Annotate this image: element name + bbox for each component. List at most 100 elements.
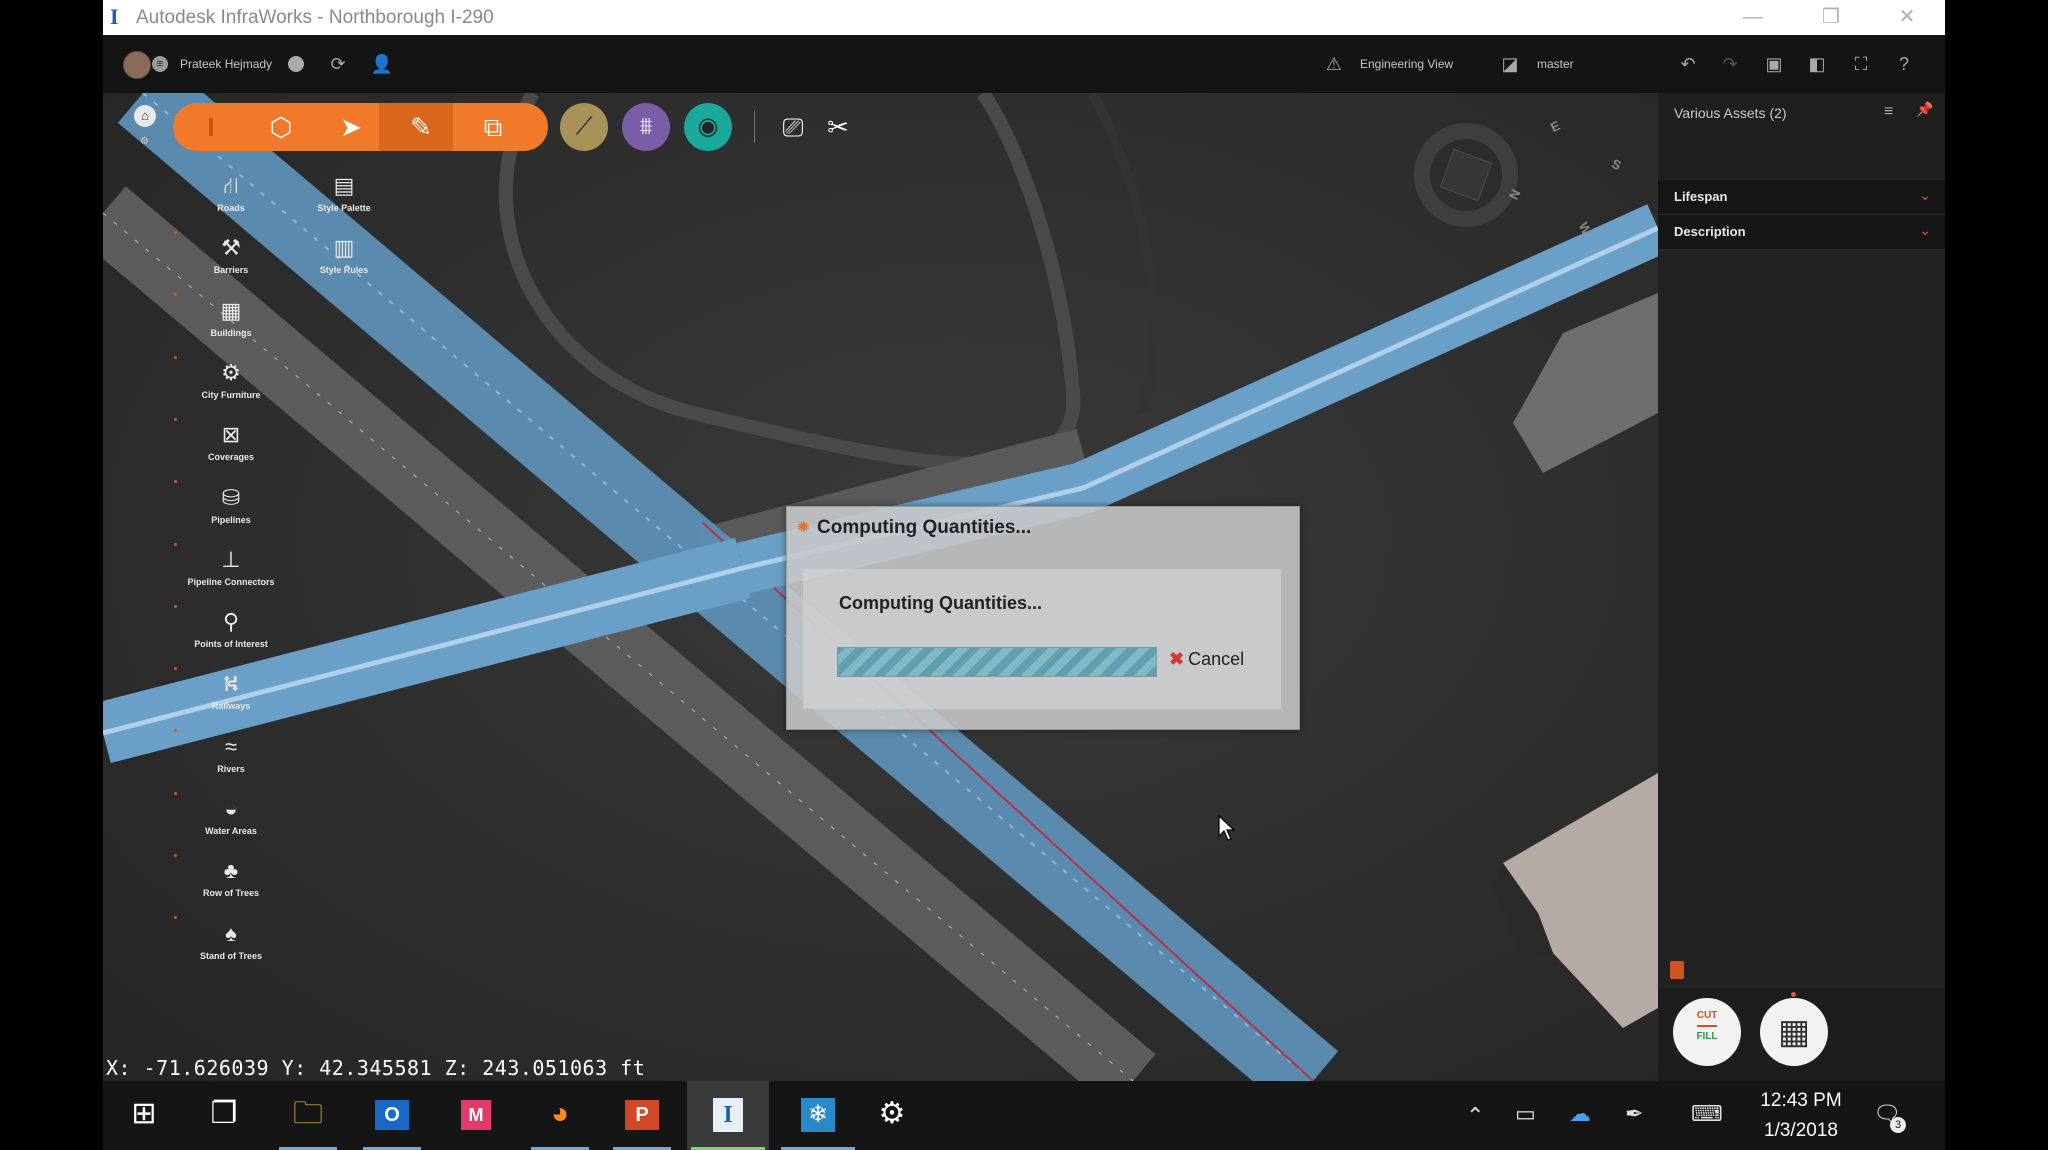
model-viewport[interactable]: N E S W ⌂ ⚙ I ⬡ ➤ ✎ ⧉ ⟋ ⩩ ◉ ⎚ ✂ ⛙ Roads ⚒ B…: [103, 93, 1658, 1081]
clock-time[interactable]: 12:43 PM: [1749, 1090, 1853, 1112]
firefox-icon[interactable]: ◕: [527, 1081, 593, 1150]
spreadsheet-icon[interactable]: [1670, 961, 1684, 979]
drainage-icon[interactable]: ◉: [684, 103, 732, 151]
close-button[interactable]: ✕: [1889, 4, 1925, 30]
palette-item-label: Pipeline Connectors: [187, 576, 275, 587]
panel-header: Various Assets (2) ≡ 📌: [1658, 93, 1945, 179]
onedrive-icon[interactable]: ☁: [1569, 1101, 1591, 1127]
battery-icon[interactable]: ▭: [1515, 1101, 1536, 1127]
minimize-button[interactable]: —: [1735, 4, 1771, 30]
road-icon: ⛙: [223, 173, 239, 198]
infraworks-taskbar-icon[interactable]: I: [687, 1081, 769, 1150]
powerpoint-icon[interactable]: P: [609, 1081, 675, 1150]
start-windows-icon[interactable]: ⊞: [111, 1081, 177, 1150]
palette-item-pipeline-connectors[interactable]: ⊥ Pipeline Connectors: [186, 545, 276, 603]
palette-item-rivers[interactable]: ≈ Rivers: [186, 732, 276, 790]
palette-item-label: Points of Interest: [194, 639, 268, 650]
snowflake-app-icon[interactable]: ❄: [777, 1081, 859, 1150]
panel-layout-icon[interactable]: ◧: [1804, 51, 1830, 77]
spinner-icon: ✺: [797, 519, 810, 536]
tray-expand-icon[interactable]: ⌃: [1466, 1103, 1484, 1129]
palette-item-barriers[interactable]: ⚒ Barriers: [186, 233, 276, 291]
user-account-icon[interactable]: 👤: [369, 51, 395, 77]
help-icon[interactable]: ?: [1891, 51, 1917, 77]
undo-icon[interactable]: ↶: [1675, 51, 1701, 77]
notification-count-badge: 3: [1890, 1117, 1906, 1133]
user-menu-icon[interactable]: ≡: [152, 56, 168, 72]
sketch-icon[interactable]: ✎: [397, 105, 445, 149]
mindmanager-icon[interactable]: M: [443, 1081, 509, 1150]
branch-icon[interactable]: ◪: [1497, 51, 1523, 77]
panel-menu-icon[interactable]: ≡: [1884, 103, 1893, 121]
outlook-icon[interactable]: O: [359, 1081, 425, 1150]
section-lifespan[interactable]: Lifespan ⌄: [1658, 180, 1945, 215]
palette-separator-dot: [174, 231, 177, 234]
avatar[interactable]: [123, 51, 151, 79]
palette-item-coverages[interactable]: ⊠ Coverages: [186, 420, 276, 478]
fullscreen-icon[interactable]: ⛶: [1848, 51, 1874, 77]
palette-item-label: Row of Trees: [202, 888, 259, 899]
coordinates-readout: X: -71.626039 Y: 42.345581 Z: 243.051063…: [106, 1056, 646, 1080]
sync-icon[interactable]: ⟳: [325, 51, 351, 77]
cut-fill-divider: [1697, 1025, 1717, 1027]
section-label: Lifespan: [1674, 189, 1728, 204]
redo-icon[interactable]: ↷: [1717, 51, 1743, 77]
cut-label: CUT: [1696, 1010, 1718, 1021]
task-view-icon[interactable]: ❐: [191, 1081, 257, 1150]
pin-icon[interactable]: 📌: [1916, 101, 1933, 118]
palette-item-pipelines[interactable]: ⛁ Pipelines: [186, 483, 276, 541]
screen: I Autodesk InfraWorks - Northborough I-2…: [0, 0, 2048, 1150]
palette-item-style-rules[interactable]: ▥ Style Rules: [299, 233, 389, 291]
user-name: Prateek Hejmady: [180, 57, 273, 71]
window-title: Autodesk InfraWorks - Northborough I-290: [136, 7, 494, 28]
infraworks-icon[interactable]: I: [187, 105, 235, 149]
engineering-view-icon[interactable]: ⚠: [1321, 51, 1347, 77]
palette-separator-dot: [174, 791, 177, 795]
computing-quantities-dialog: ✺ Computing Quantities... Computing Quan…: [786, 506, 1300, 730]
present-icon[interactable]: ⎚: [773, 107, 813, 147]
section-description[interactable]: Description ⌄: [1658, 215, 1945, 250]
quantities-calculator-button[interactable]: ▦: [1760, 998, 1828, 1066]
model-settings-icon[interactable]: ▣: [1761, 51, 1787, 77]
palette-item-water-areas[interactable]: ◒ Water Areas: [186, 794, 276, 852]
settings-icon[interactable]: ✂: [818, 107, 858, 147]
roads-analysis-icon[interactable]: ⟋: [560, 103, 608, 151]
palette-item-label: Roads: [217, 203, 245, 213]
pen-icon[interactable]: ✒: [1625, 1101, 1643, 1127]
status-circle-icon[interactable]: [283, 51, 309, 77]
window-titlebar: I Autodesk InfraWorks - Northborough I-2…: [103, 0, 1945, 35]
view-mode-label[interactable]: Engineering View: [1360, 57, 1453, 71]
select-icon[interactable]: ➤: [327, 105, 375, 149]
settings-gear-icon[interactable]: ⚙: [859, 1081, 925, 1150]
row-of-trees-icon: ♣: [223, 858, 239, 884]
palette-item-points-of-interest[interactable]: ⚲ Points of Interest: [186, 607, 276, 665]
restore-button[interactable]: ❐: [1813, 4, 1849, 30]
palette-item-buildings[interactable]: ▦ Buildings: [186, 296, 276, 354]
components-icon[interactable]: ⬡: [257, 105, 305, 149]
palette-item-label: Stand of Trees: [199, 950, 262, 961]
palette-item-city-furniture[interactable]: ⚙ City Furniture: [186, 358, 276, 416]
properties-panel: Various Assets (2) ≡ 📌 Lifespan ⌄ Descri…: [1658, 93, 1945, 1081]
branch-label[interactable]: master: [1537, 57, 1574, 71]
palette-item-label: Barriers: [213, 265, 249, 276]
palette-item-label: Style Rules: [319, 265, 369, 276]
palette-item-stand-of-trees[interactable]: ♠ Stand of Trees: [186, 919, 276, 977]
cut-fill-button[interactable]: CUT FILL: [1673, 998, 1741, 1066]
clone-icon[interactable]: ⧉: [469, 105, 517, 149]
view-settings-icon[interactable]: ⚙: [140, 136, 149, 147]
home-icon[interactable]: ⌂: [134, 105, 156, 127]
palette-item-roads[interactable]: ⛙ Roads: [186, 171, 276, 229]
palette-separator-dot: [174, 854, 177, 857]
keyboard-icon[interactable]: ⌨: [1691, 1101, 1723, 1127]
cancel-button[interactable]: ✖ Cancel: [1169, 649, 1244, 673]
dialog-title: Computing Quantities...: [817, 517, 1032, 538]
primary-toolbar: I ⬡ ➤ ✎ ⧉: [173, 103, 548, 151]
palette-item-label: Rivers: [217, 763, 245, 774]
clock-date[interactable]: 1/3/2018: [1749, 1120, 1853, 1142]
palette-item-style-palette[interactable]: ▤ Style Palette: [299, 171, 389, 229]
palette-item-railways[interactable]: ⛕ Railways: [186, 669, 276, 727]
bridge-icon[interactable]: ⩩: [622, 103, 670, 151]
file-explorer-icon[interactable]: 🗀: [275, 1081, 341, 1150]
palette-item-row-of-trees[interactable]: ♣ Row of Trees: [186, 856, 276, 914]
mouse-cursor-icon: [1218, 815, 1236, 841]
